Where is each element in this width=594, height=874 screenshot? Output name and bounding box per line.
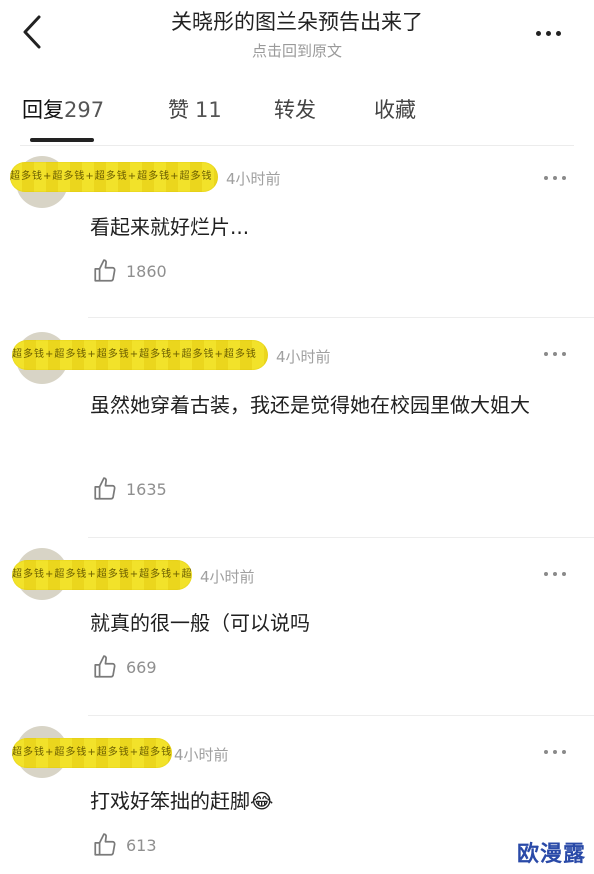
comment-text-body: 打戏好笨拙的赶脚 — [90, 789, 250, 813]
thumbs-up-icon — [94, 259, 116, 282]
comment-text: 打戏好笨拙的赶脚😂 — [90, 780, 568, 822]
like-count: 613 — [126, 835, 157, 855]
top-bar: 关晓彤的图兰朵预告出来了 点击回到原文 — [0, 0, 594, 78]
like-button[interactable]: 669 — [92, 654, 157, 680]
comment-item: 超多钱+超多钱+超多钱+超多钱+超多钱 4小时前 就真的很一般（可以说吗 669 — [0, 540, 594, 716]
tab-count: 297 — [64, 98, 105, 122]
tab-label: 赞 — [168, 98, 189, 122]
page-title[interactable]: 关晓彤的图兰朵预告出来了 — [0, 6, 594, 36]
comment-text: 虽然她穿着古装，我还是觉得她在校园里做大姐大 — [90, 393, 530, 417]
divider — [88, 317, 594, 318]
comment-time: 4小时前 — [226, 170, 281, 188]
more-dots-icon — [544, 352, 566, 356]
comment-time: 4小时前 — [276, 348, 331, 366]
tab-favorites[interactable]: 收藏 — [374, 94, 416, 124]
comment-more-button[interactable] — [538, 742, 572, 762]
like-button[interactable]: 1860 — [92, 258, 167, 284]
more-dots-icon — [544, 572, 566, 576]
like-count: 1860 — [126, 261, 167, 281]
like-count: 669 — [126, 657, 157, 677]
comment-time: 4小时前 — [200, 568, 255, 586]
username-redaction: 超多钱+超多钱+超多钱+超多钱 — [12, 738, 172, 768]
tab-count: 11 — [195, 98, 222, 122]
more-options-button[interactable] — [528, 18, 568, 48]
back-to-original-link[interactable]: 点击回到原文 — [0, 40, 594, 61]
divider — [20, 145, 574, 146]
comments-page: 关晓彤的图兰朵预告出来了 点击回到原文 回复297 赞 11 转发 收藏 超多钱+… — [0, 0, 594, 874]
tab-likes[interactable]: 赞 11 — [168, 94, 222, 124]
username-redaction: 超多钱+超多钱+超多钱+超多钱+超多钱 — [10, 162, 218, 192]
tab-label: 回复 — [22, 98, 64, 122]
comment-time: 4小时前 — [174, 746, 229, 764]
tab-label: 转发 — [274, 98, 316, 122]
divider — [88, 537, 594, 538]
thumbs-up-icon — [94, 477, 116, 500]
laughing-emoji-icon: 😂 — [250, 789, 274, 813]
watermark: 欧漫露 — [516, 842, 586, 867]
like-button[interactable]: 613 — [92, 832, 157, 858]
more-dots-icon — [544, 750, 566, 754]
comment-item: 超多钱+超多钱+超多钱+超多钱 4小时前 打戏好笨拙的赶脚😂 613 — [0, 718, 594, 874]
comment-text: 就真的很一般（可以说吗 — [90, 611, 310, 635]
active-tab-indicator — [30, 138, 94, 142]
comment-more-button[interactable] — [538, 344, 572, 364]
divider — [88, 715, 594, 716]
tab-reposts[interactable]: 转发 — [274, 94, 316, 124]
tab-label: 收藏 — [374, 98, 416, 122]
comment-more-button[interactable] — [538, 168, 572, 188]
comment-item: 超多钱+超多钱+超多钱+超多钱+超多钱 4小时前 看起来就好烂片... 1860 — [0, 150, 594, 318]
tab-replies[interactable]: 回复297 — [22, 94, 104, 124]
username-redaction: 超多钱+超多钱+超多钱+超多钱+超多钱 — [12, 560, 192, 590]
more-dots-icon — [544, 176, 566, 180]
like-count: 1635 — [126, 479, 167, 499]
comment-item: 超多钱+超多钱+超多钱+超多钱+超多钱+超多钱 4小时前 虽然她穿着古装，我还是… — [0, 320, 594, 538]
tab-bar: 回复297 赞 11 转发 收藏 — [0, 86, 594, 144]
username-redaction: 超多钱+超多钱+超多钱+超多钱+超多钱+超多钱 — [12, 340, 268, 370]
like-button[interactable]: 1635 — [92, 476, 167, 502]
comment-text: 看起来就好烂片... — [90, 215, 250, 239]
thumbs-up-icon — [94, 833, 116, 856]
more-dots-icon — [535, 30, 561, 36]
comment-more-button[interactable] — [538, 564, 572, 584]
thumbs-up-icon — [94, 655, 116, 678]
